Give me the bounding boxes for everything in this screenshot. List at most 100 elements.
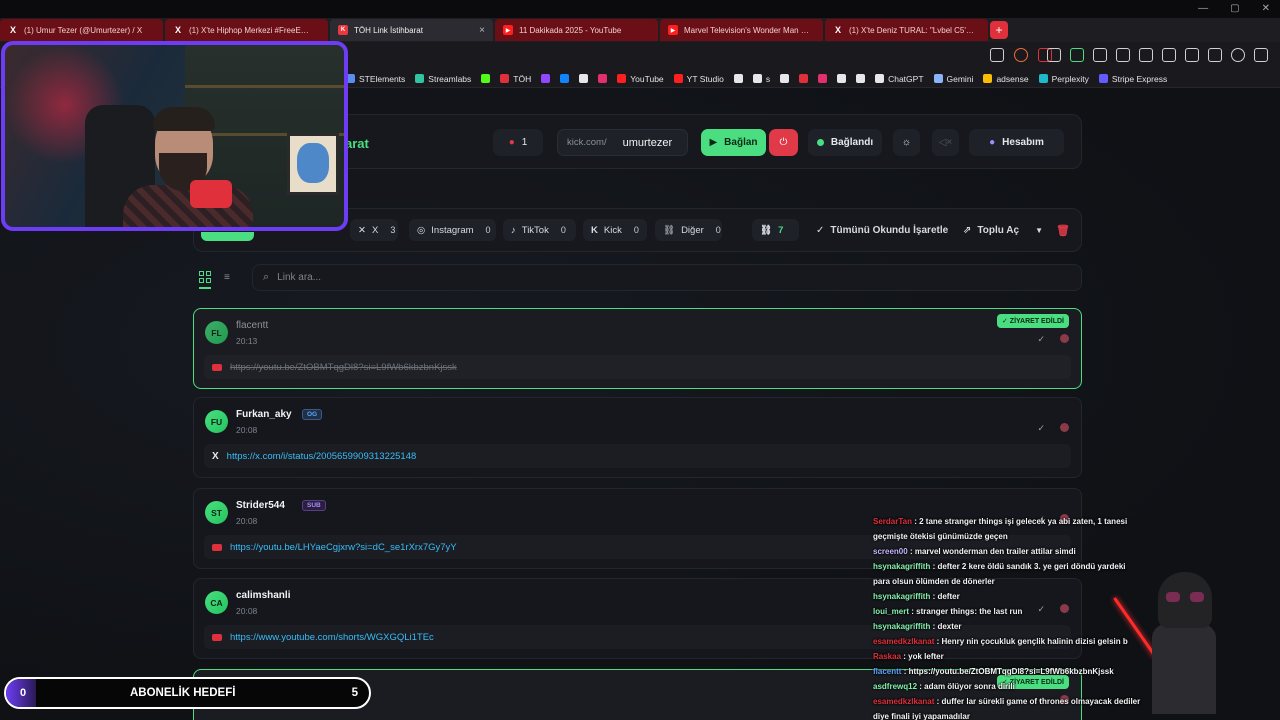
- link-url[interactable]: https://youtu.be/LHYaeCgjxrw?si=dC_se1rX…: [230, 542, 457, 553]
- bookmark-item[interactable]: [598, 74, 608, 83]
- bookmark-icon: [733, 74, 743, 83]
- chat-username: esamedkzlkanat: [873, 637, 935, 646]
- bookmark-item[interactable]: Perplexity: [1038, 74, 1089, 84]
- filter-x[interactable]: ✕ X 3: [350, 219, 398, 241]
- bookmark-item[interactable]: [733, 74, 743, 83]
- grid-view-icon[interactable]: [199, 271, 211, 283]
- extension-icon[interactable]: [1047, 48, 1061, 62]
- link-card[interactable]: FL flacentt 20:13 ✓ ZİYARET EDİLDİ ✓ https://…: [193, 308, 1082, 389]
- theme-toggle-button[interactable]: ☼: [893, 129, 920, 156]
- filter-instagram-label: Instagram: [431, 224, 474, 236]
- bookmark-item[interactable]: adsense: [983, 74, 1029, 84]
- close-window-icon[interactable]: ✕: [1262, 3, 1270, 14]
- filter-x-count: 3: [390, 225, 396, 235]
- tab-close-icon[interactable]: ×: [479, 25, 485, 36]
- link-url[interactable]: https://youtu.be/ZtOBMTqgDl8?si=L9fWb6kb…: [230, 362, 457, 373]
- bookmark-item[interactable]: [856, 74, 866, 83]
- bookmark-item[interactable]: [799, 74, 809, 83]
- chat-message: hsynakagriffith : defter: [873, 589, 1143, 604]
- link-url[interactable]: https://www.youtube.com/shorts/WGXGQLi1T…: [230, 632, 434, 643]
- mark-all-read-button[interactable]: ✓ Tümünü Okundu İşaretle: [816, 219, 948, 241]
- filter-instagram[interactable]: ◎ Instagram 0: [409, 219, 496, 241]
- bookmark-item[interactable]: [837, 74, 847, 83]
- delete-all-button[interactable]: 🗑: [1056, 219, 1070, 241]
- total-links: ⛓ 7: [752, 219, 799, 241]
- x-icon: X: [174, 25, 181, 35]
- bookmark-item[interactable]: ChatGPT: [875, 74, 924, 84]
- bookmark-item[interactable]: Stripe Express: [1098, 74, 1167, 84]
- link-card[interactable]: FU Furkan_aky 20:08 OG ✓ Xhttps://x.com/i/sta…: [193, 397, 1082, 478]
- block-icon[interactable]: [1060, 423, 1069, 432]
- link-username: flacentt: [236, 320, 269, 331]
- bookmark-item[interactable]: [579, 74, 589, 83]
- filter-all-active[interactable]: [201, 232, 254, 241]
- link-username: Strider544: [236, 500, 285, 511]
- browser-tab[interactable]: X (1) X'te Deniz TURAL: "Lvbel C5'in O: [825, 19, 988, 41]
- link-icon: ⛓: [663, 224, 676, 236]
- share-icon[interactable]: [990, 48, 1004, 62]
- browser-tab[interactable]: ▶ 11 Dakikada 2025 - YouTube: [495, 19, 658, 41]
- chat-text: : 2 tane stranger things işi gelecek ya …: [873, 517, 1128, 541]
- vader-eye: [1190, 592, 1204, 602]
- microphone: [190, 180, 232, 208]
- connection-status-label: Bağlandı: [830, 137, 874, 148]
- x-icon: X: [212, 450, 219, 462]
- browser-tab[interactable]: K TÖH Link İstihbarat ×: [330, 19, 493, 41]
- account-button[interactable]: ● Hesabım: [969, 129, 1064, 156]
- maximize-icon[interactable]: ▢: [1230, 3, 1239, 14]
- bookmark-item[interactable]: [780, 74, 790, 83]
- search-input[interactable]: [277, 272, 978, 283]
- brave-shield-icon[interactable]: [1014, 48, 1028, 62]
- filter-tiktok[interactable]: ♪ TikTok 0: [503, 219, 576, 241]
- channel-input[interactable]: kick.com/ umurtezer: [557, 129, 688, 156]
- link-url-row[interactable]: Xhttps://x.com/i/status/2005659909313225…: [204, 444, 1071, 468]
- bookmark-item[interactable]: STElements: [346, 74, 405, 84]
- bookmark-item[interactable]: [481, 74, 491, 83]
- bookmark-icon: [856, 74, 866, 83]
- window-titlebar: [0, 0, 1280, 18]
- new-tab-button[interactable]: +: [990, 21, 1008, 39]
- link-url-row[interactable]: https://youtu.be/ZtOBMTqgDl8?si=L9fWb6kb…: [204, 355, 1071, 379]
- extension-icon[interactable]: [1070, 48, 1084, 62]
- avatar: ST: [205, 501, 228, 524]
- bookmark-item[interactable]: YouTube: [617, 74, 664, 84]
- browser-tab[interactable]: X (1) X'te Hiphop Merkezi #FreeEGE: ": [165, 19, 328, 41]
- block-icon[interactable]: [1060, 334, 1069, 343]
- browser-tab[interactable]: ▶ Marvel Television's Wonder Man | Of: [660, 19, 823, 41]
- bulk-open-button[interactable]: ⇗ Toplu Aç ▼: [963, 219, 1043, 241]
- bookmark-item[interactable]: YT Studio: [673, 74, 724, 84]
- extension-icon[interactable]: [1093, 48, 1107, 62]
- bookmark-item[interactable]: s: [752, 74, 770, 84]
- browser-tab[interactable]: X (1) Umur Tezer (@Umurtezer) / X: [0, 19, 163, 41]
- bookmark-icon: [415, 74, 425, 83]
- mute-button[interactable]: ◁×: [932, 129, 959, 156]
- wallet-icon[interactable]: [1185, 48, 1199, 62]
- bookmark-item[interactable]: TÖH: [500, 74, 531, 84]
- vpn-icon[interactable]: [1231, 48, 1245, 62]
- link-url[interactable]: https://x.com/i/status/20056599093132251…: [227, 451, 417, 462]
- extension-icon[interactable]: [1116, 48, 1130, 62]
- chat-message: flacentt : https://youtu.be/ZtOBMTqgDl8?…: [873, 664, 1143, 679]
- bookmark-item[interactable]: Gemini: [933, 74, 973, 84]
- filter-other[interactable]: ⛓ Diğer 0: [655, 219, 722, 241]
- mark-read-icon[interactable]: ✓: [1037, 423, 1045, 434]
- bookmark-item[interactable]: [541, 74, 551, 83]
- viewer-count: ● 1: [493, 129, 543, 156]
- streamer-hair: [153, 107, 215, 131]
- connect-button[interactable]: ▶ Bağlan: [701, 129, 766, 156]
- bookmark-item[interactable]: [818, 74, 828, 83]
- list-view-icon[interactable]: ≡: [224, 272, 230, 283]
- filter-kick[interactable]: K Kick 0: [583, 219, 647, 241]
- menu-icon[interactable]: [1254, 48, 1268, 62]
- chat-username: asdfrewq12: [873, 682, 918, 691]
- instagram-icon: ◎: [417, 224, 426, 236]
- bookmark-item[interactable]: Streamlabs: [415, 74, 471, 84]
- bookmark-item[interactable]: [560, 74, 570, 83]
- ai-icon[interactable]: [1208, 48, 1222, 62]
- disconnect-button[interactable]: ⏻: [769, 129, 798, 156]
- mark-read-icon[interactable]: ✓: [1037, 334, 1045, 345]
- minimize-icon[interactable]: —: [1198, 3, 1208, 14]
- sidebar-icon[interactable]: [1162, 48, 1176, 62]
- channel-username[interactable]: umurtezer: [623, 137, 673, 149]
- music-icon[interactable]: [1139, 48, 1153, 62]
